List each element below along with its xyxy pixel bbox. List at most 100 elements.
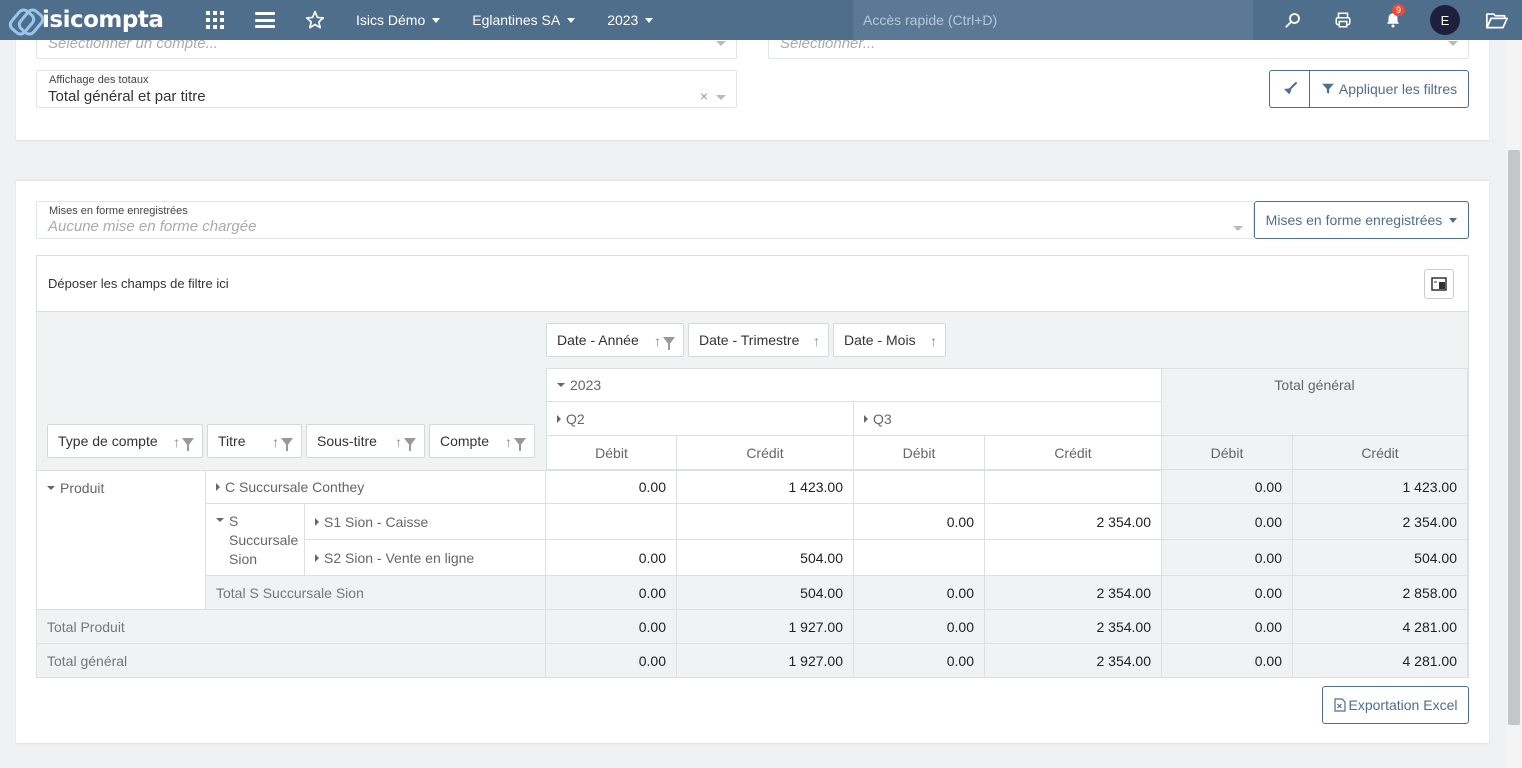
- total-cell: 0.00: [1162, 540, 1293, 576]
- filter-icon: [281, 438, 293, 451]
- value-cell: 0.00: [546, 540, 677, 576]
- entity-dropdown[interactable]: Eglantines SA: [456, 12, 591, 28]
- year-dropdown[interactable]: 2023: [591, 12, 669, 28]
- total-cell: 0.00: [1162, 504, 1293, 540]
- field-chip-account[interactable]: Compte ↑: [429, 424, 535, 458]
- value-cell: [985, 470, 1162, 504]
- row-header-account-s1[interactable]: S1 Sion - Caisse: [305, 504, 546, 540]
- row-header-produit[interactable]: Produit: [37, 470, 206, 610]
- apply-filters-button[interactable]: Appliquer les filtres: [1309, 70, 1469, 108]
- field-chip-quarter[interactable]: Date - Trimestre ↑: [688, 323, 829, 357]
- grand-total-cell: 1 927.00: [677, 644, 854, 678]
- quick-access-input[interactable]: Accès rapide (Ctrl+D): [853, 0, 1253, 40]
- search-icon[interactable]: [1268, 0, 1318, 40]
- export-excel-button[interactable]: Exportation Excel: [1322, 686, 1469, 724]
- saved-layouts-button[interactable]: Mises en forme enregistrées: [1254, 201, 1469, 239]
- sort-arrow-icon: ↑: [654, 333, 661, 349]
- subtotal-cell: 0.00: [854, 576, 985, 610]
- value-cell: [854, 540, 985, 576]
- row-header-total-s: Total S Succursale Sion: [206, 576, 546, 610]
- value-cell: [985, 540, 1162, 576]
- chevron-down-icon: [1448, 41, 1458, 46]
- value-cell: 2 354.00: [985, 504, 1162, 540]
- expand-icon: [864, 414, 868, 423]
- avatar[interactable]: E: [1430, 5, 1460, 35]
- value-cell: [677, 504, 854, 540]
- chevron-down-icon: [1233, 226, 1243, 231]
- total-cell: 504.00: [1293, 540, 1468, 576]
- filter-icon: [182, 438, 194, 451]
- sort-arrow-icon: ↑: [272, 434, 279, 450]
- value-cell: 1 423.00: [677, 470, 854, 504]
- print-icon[interactable]: [1318, 0, 1368, 40]
- brand-name: isicompta: [42, 7, 164, 33]
- chevron-down-icon: [716, 41, 726, 46]
- filter-icon: [404, 438, 416, 451]
- measure-header-debit: Débit: [1162, 436, 1293, 470]
- measure-header-credit: Crédit: [677, 436, 854, 470]
- field-chip-month[interactable]: Date - Mois ↑: [833, 323, 946, 357]
- collapse-icon: [557, 383, 565, 387]
- field-chip-year[interactable]: Date - Année ↑: [546, 323, 684, 357]
- measure-header-debit: Débit: [854, 436, 985, 470]
- brand-logo[interactable]: isicompta: [10, 7, 190, 33]
- field-chip-title[interactable]: Titre ↑: [207, 424, 302, 458]
- sort-arrow-icon: ↑: [505, 434, 512, 450]
- bell-icon[interactable]: 9: [1368, 0, 1418, 40]
- total-cell: 0.00: [1162, 470, 1293, 504]
- total-cell: 0.00: [1162, 610, 1293, 644]
- menu-icon[interactable]: [240, 0, 290, 40]
- excel-file-icon: [1333, 698, 1346, 712]
- expand-icon: [216, 482, 220, 491]
- grand-total-cell: 0.00: [1162, 644, 1293, 678]
- saved-layouts-select[interactable]: Mises en forme enregistrées Aucune mise …: [36, 201, 1254, 239]
- sort-arrow-icon: ↑: [173, 434, 180, 450]
- chevron-down-icon: [716, 95, 726, 100]
- row-header-account-s2[interactable]: S2 Sion - Vente en ligne: [305, 540, 546, 576]
- measure-header-credit: Crédit: [1293, 436, 1468, 470]
- reset-filters-button[interactable]: [1269, 70, 1310, 108]
- total-cell: 4 281.00: [1293, 610, 1468, 644]
- star-icon[interactable]: [290, 0, 340, 40]
- sort-arrow-icon: ↑: [813, 333, 820, 349]
- totals-display-select[interactable]: Affichage des totaux Total général et pa…: [36, 70, 737, 108]
- year-header[interactable]: 2023: [546, 368, 1162, 402]
- subtotal-cell: 0.00: [546, 576, 677, 610]
- subtotal-cell: 1 927.00: [677, 610, 854, 644]
- filter-icon: [663, 337, 675, 350]
- folder-icon[interactable]: [1472, 0, 1522, 40]
- broom-icon: [1283, 82, 1297, 95]
- q3-header[interactable]: Q3: [854, 402, 1162, 436]
- field-chip-subtitle[interactable]: Sous-titre ↑: [306, 424, 425, 458]
- measure-header-debit: Débit: [546, 436, 677, 470]
- grand-total-cell: 0.00: [546, 644, 677, 678]
- q2-header[interactable]: Q2: [546, 402, 854, 436]
- pivot-grid: Déposer les champs de filtre ici Date - …: [36, 255, 1469, 678]
- total-cell: 1 423.00: [1293, 470, 1468, 504]
- filter-icon: [514, 438, 526, 451]
- subtotal-cell: 2 354.00: [985, 576, 1162, 610]
- expand-icon: [315, 553, 319, 562]
- page-scrollbar-thumb[interactable]: [1508, 150, 1520, 725]
- field-chip-account-type[interactable]: Type de compte ↑: [47, 424, 203, 458]
- row-header-title-c[interactable]: C Succursale Conthey: [206, 470, 546, 504]
- company-dropdown[interactable]: Isics Démo: [340, 12, 456, 28]
- value-cell: 0.00: [854, 504, 985, 540]
- grand-total-cell: 0.00: [854, 644, 985, 678]
- filter-drop-zone[interactable]: Déposer les champs de filtre ici: [37, 256, 1468, 312]
- total-cell: 0.00: [1162, 576, 1293, 610]
- sort-arrow-icon: ↑: [930, 333, 937, 349]
- row-header-title-s[interactable]: S Succursale Sion: [206, 504, 305, 576]
- filters-card: Sélectionner un compte... Sélectionner..…: [16, 27, 1489, 140]
- value-cell: 504.00: [677, 540, 854, 576]
- notification-badge: 9: [1392, 4, 1406, 16]
- collapse-icon: [216, 518, 224, 522]
- collapse-icon: [47, 486, 55, 490]
- filter-icon: [1322, 83, 1334, 94]
- expand-icon: [315, 517, 319, 526]
- field-list-icon[interactable]: [1424, 269, 1454, 299]
- subtotal-cell: 0.00: [854, 610, 985, 644]
- clear-icon[interactable]: ×: [700, 88, 708, 104]
- pivot-card: Mises en forme enregistrées Aucune mise …: [16, 180, 1489, 743]
- apps-grid-icon[interactable]: [190, 0, 240, 40]
